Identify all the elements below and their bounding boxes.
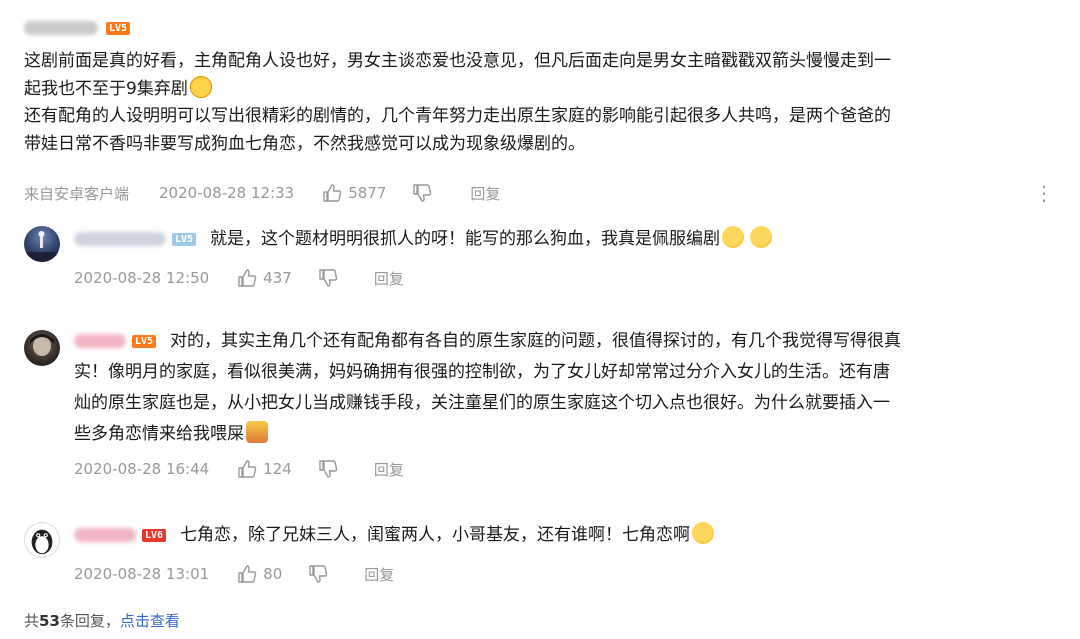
main-comment: LV5 这剧前面是真的好看，主角配角人设也好，男女主谈恋爱也没意见，但凡后面走向… — [24, 14, 1064, 158]
thumbs-up-icon — [238, 460, 257, 478]
reply-button[interactable]: 回复 — [374, 459, 404, 480]
username-blurred[interactable] — [74, 232, 166, 246]
like-count: 124 — [263, 460, 292, 478]
dislike-button[interactable] — [308, 564, 328, 584]
like-count: 80 — [263, 565, 283, 583]
reply-header: LV6 — [74, 528, 167, 542]
reply-header: LV5 — [74, 232, 197, 246]
comment-line: 还有配角的人设明明可以写出很精彩的剧情的，几个青年努力走出原生家庭的影响能引起很… — [24, 106, 891, 126]
smirk-emoji-icon — [750, 226, 773, 248]
username-blurred[interactable] — [24, 21, 98, 35]
reply-text: 七角恋，除了兄妹三人，闺蜜两人，小哥基友，还有谁啊！七角恋啊 — [180, 525, 691, 545]
smirk-emoji-icon — [722, 226, 745, 248]
thumbs-down-icon — [319, 460, 338, 478]
dislike-button[interactable] — [318, 459, 338, 479]
username-blurred[interactable] — [74, 528, 136, 542]
main-comment-header: LV5 — [24, 14, 1064, 42]
view-all-replies-link[interactable]: 点击查看 — [120, 612, 180, 630]
comment-time: 2020-08-28 12:33 — [159, 184, 295, 202]
more-vertical-icon[interactable]: ⋮ — [1034, 180, 1054, 206]
level-badge: LV6 — [142, 528, 167, 542]
comment-line: 这剧前面是真的好看，主角配角人设也好，男女主谈恋爱也没意见，但凡后面走向是男女主… — [24, 51, 891, 71]
like-count: 437 — [263, 269, 292, 287]
shocked-face-emoji-icon — [189, 75, 212, 98]
thumbs-down-icon — [319, 269, 338, 287]
reply-text-line: 灿的原生家庭也是，从小把女儿当成赚钱手段，关注童星们的原生家庭这个切入点也很好。… — [74, 393, 890, 413]
comment-time: 2020-08-28 12:50 — [74, 269, 210, 287]
avatar-figure-icon — [24, 231, 60, 262]
reply-text-line: LV5 对的，其实主角几个还有配角都有各自的原生家庭的问题，很值得探讨的，有几个… — [74, 326, 1064, 357]
comment-line: 带娃日常不香吗非要写成狗血七角恋，不然我感觉可以成为现象级爆剧的。 — [24, 133, 585, 154]
penguin-avatar-icon — [31, 529, 53, 555]
level-badge: LV5 — [106, 21, 131, 35]
thumbs-up-icon — [238, 565, 257, 583]
reply-button[interactable]: 回复 — [470, 183, 500, 204]
comment-time: 2020-08-28 13:01 — [74, 565, 210, 583]
like-button[interactable]: 437 — [237, 268, 292, 288]
reply-text: 就是，这个题材明明很抓人的呀！能写的那么狗血，我真是佩服编剧 — [210, 229, 721, 249]
like-button[interactable]: 124 — [237, 459, 292, 479]
thumbs-up-icon — [238, 269, 257, 287]
sweat-emoji-icon — [692, 522, 715, 544]
reply-text: 对的，其实主角几个还有配角都有各自的原生家庭的问题，很值得探讨的，有几个我觉得写… — [170, 331, 902, 351]
avatar-person-icon — [30, 334, 54, 356]
thumbs-down-icon — [309, 565, 328, 583]
like-button[interactable]: 80 — [237, 564, 282, 584]
reply-item: LV5 就是，这个题材明明很抓人的呀！能写的那么狗血，我真是佩服编剧 2020-… — [24, 224, 1064, 296]
reply-button[interactable]: 回复 — [364, 564, 394, 585]
reply-text-line: LV5 就是，这个题材明明很抓人的呀！能写的那么狗血，我真是佩服编剧 — [74, 224, 1064, 255]
total-suffix: 条回复， — [59, 612, 120, 630]
reply-meta: 2020-08-28 16:44 124 回复 — [74, 456, 1064, 482]
main-comment-text: 这剧前面是真的好看，主角配角人设也好，男女主谈恋爱也没意见，但凡后面走向是男女主… — [24, 48, 1064, 158]
level-badge: LV5 — [172, 232, 197, 246]
avatar[interactable] — [24, 522, 60, 558]
reply-meta: 2020-08-28 13:01 80 回复 — [74, 561, 1064, 587]
reply-text-line: 实！像明月的家庭，看似很美满，妈妈确拥有很强的控制欲，为了女儿好却常常过分介入女… — [74, 362, 890, 382]
reply-item: LV5 对的，其实主角几个还有配角都有各自的原生家庭的问题，很值得探讨的，有几个… — [24, 326, 1064, 486]
like-count: 5877 — [348, 184, 387, 202]
dislike-button[interactable] — [318, 268, 338, 288]
crying-emoji-icon — [246, 421, 268, 443]
reply-text-line: LV6 七角恋，除了兄妹三人，闺蜜两人，小哥基友，还有谁啊！七角恋啊 — [74, 520, 1064, 551]
comment-time: 2020-08-28 16:44 — [74, 460, 210, 478]
client-source: 来自安卓客户端 — [24, 184, 130, 203]
reply-meta: 2020-08-28 12:50 437 回复 — [74, 265, 1064, 291]
replies-footer: 共53条回复，点击查看 — [24, 610, 180, 631]
reply-button[interactable]: 回复 — [374, 268, 404, 289]
comment-line: 起我也不至于9集弃剧 — [24, 75, 1064, 104]
total-prefix: 共 — [24, 612, 40, 630]
level-badge: LV5 — [132, 334, 157, 348]
total-reply-count: 53 — [39, 612, 60, 630]
thumbs-up-icon — [323, 184, 342, 202]
dislike-button[interactable] — [412, 183, 432, 203]
avatar[interactable] — [24, 330, 60, 366]
thumbs-down-icon — [413, 184, 432, 202]
like-button[interactable]: 5877 — [322, 183, 386, 203]
avatar[interactable] — [24, 226, 60, 262]
reply-item: LV6 七角恋，除了兄妹三人，闺蜜两人，小哥基友，还有谁啊！七角恋啊 2020-… — [24, 520, 1064, 592]
reply-text-line: 些多角恋情来给我喂屎 — [74, 419, 1064, 450]
main-comment-meta: 来自安卓客户端 2020-08-28 12:33 5877 回复 ⋮ — [24, 180, 1064, 206]
reply-header: LV5 — [74, 334, 157, 348]
username-blurred[interactable] — [74, 334, 126, 348]
